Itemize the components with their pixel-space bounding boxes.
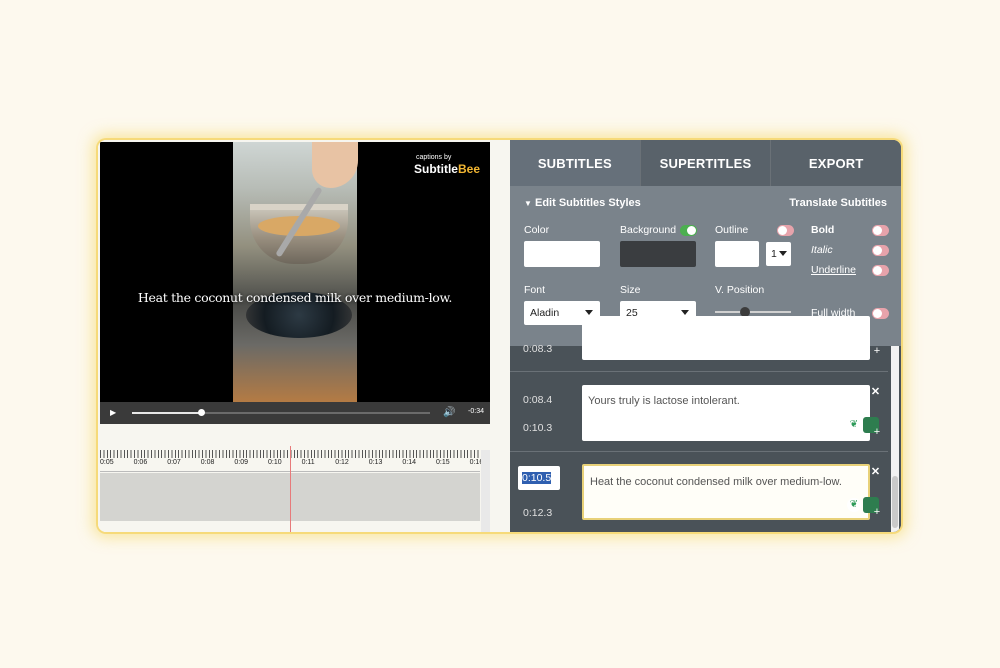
watermark-brand-a: Subtitle xyxy=(413,162,458,176)
subtitle-list: 0:08.3 + 0:08.4 0:10.3 Yours truly is la… xyxy=(510,316,901,532)
video-caption: Heat the coconut condensed milk over med… xyxy=(137,290,453,305)
row-start-time-value: 0:10.5 xyxy=(522,472,552,484)
italic-label: Italic xyxy=(811,244,833,256)
ruler-label: 0:06 xyxy=(133,459,148,466)
editor-tabs: SUBTITLES SUPERTITLES EXPORT xyxy=(510,140,901,186)
ruler-label: 0:15 xyxy=(436,459,450,466)
font-value: Aladin xyxy=(530,307,560,319)
background-swatch[interactable] xyxy=(620,241,696,267)
underline-label: Underline xyxy=(811,264,856,276)
bold-label: Bold xyxy=(811,224,835,236)
outline-width-value: 1 xyxy=(771,248,777,260)
ruler-label: 0:14 xyxy=(402,459,417,466)
font-label: Font xyxy=(524,284,546,296)
translate-subtitles-link[interactable]: Translate Subtitles xyxy=(789,197,887,209)
subtitle-text[interactable] xyxy=(582,316,870,360)
close-icon[interactable]: ✕ xyxy=(869,466,882,479)
timeline[interactable]: 0:05 0:06 0:07 0:08 0:09 0:10 0:11 0:12 0:13 0:14… xyxy=(100,446,490,532)
seek-bar[interactable] xyxy=(132,409,430,416)
ruler-label: 0:11 xyxy=(301,459,315,466)
ruler-label: 0:08 xyxy=(200,459,215,466)
row-end-time[interactable]: 0:10.3 xyxy=(523,422,552,434)
vposition-label: V. Position xyxy=(715,284,765,296)
list-scrollbar[interactable] xyxy=(891,346,899,532)
subtitle-row: 0:08.3 + xyxy=(510,316,888,372)
fullwidth-toggle[interactable] xyxy=(872,308,889,319)
edit-styles-label: Edit Subtitles Styles xyxy=(534,197,641,209)
seek-progress xyxy=(132,412,201,414)
app-frame: Heat the coconut condensed milk over med… xyxy=(98,140,901,532)
chevron-down-icon xyxy=(585,310,593,315)
tab-supertitles[interactable]: SUPERTITLES xyxy=(640,140,772,186)
ruler-label: 0:09 xyxy=(234,459,249,466)
outline-toggle[interactable] xyxy=(777,225,794,236)
time-remaining: -0:34 xyxy=(468,408,484,415)
scrollbar-thumb[interactable] xyxy=(892,476,898,528)
video-player[interactable]: Heat the coconut condensed milk over med… xyxy=(100,142,490,402)
leaf-icon[interactable]: ❦ xyxy=(847,498,861,512)
ruler-label: 0:12 xyxy=(335,459,349,466)
watermark-small: captions by xyxy=(415,154,452,161)
color-swatch[interactable] xyxy=(524,241,600,267)
caret-down-icon: ▼ xyxy=(524,199,532,208)
subtitle-text[interactable]: Yours truly is lactose intolerant. xyxy=(582,385,870,441)
tab-subtitles[interactable]: SUBTITLES xyxy=(510,140,641,186)
tab-export[interactable]: EXPORT xyxy=(771,140,901,186)
color-label: Color xyxy=(524,224,550,236)
ruler-label: 0:13 xyxy=(368,459,383,466)
outline-label: Outline xyxy=(715,224,749,236)
toggle-dot xyxy=(778,226,787,235)
volume-icon[interactable]: 🔊 xyxy=(443,407,455,419)
background-toggle[interactable] xyxy=(680,225,697,236)
editor-panel: SUBTITLES SUPERTITLES EXPORT ▼ Edit Subt… xyxy=(510,140,901,532)
edit-styles-toggle[interactable]: ▼ Edit Subtitles Styles xyxy=(524,197,641,209)
background-label: Background xyxy=(620,224,677,236)
chevron-down-icon xyxy=(779,251,787,256)
subtitlebee-watermark: captions by SubtitleBee xyxy=(414,154,480,177)
add-icon[interactable]: + xyxy=(871,345,883,357)
ruler-label: 0:05 xyxy=(100,459,114,466)
add-icon[interactable]: + xyxy=(871,426,883,438)
bold-toggle[interactable] xyxy=(872,225,889,236)
video-panel: Heat the coconut condensed milk over med… xyxy=(98,140,510,532)
row-start-time: 0:08.3 xyxy=(523,343,553,355)
toggle-dot xyxy=(873,246,882,255)
ruler-label: 0:10 xyxy=(268,459,282,466)
watermark-brand-b: Bee xyxy=(457,162,480,176)
row-start-time[interactable]: 0:08.4 xyxy=(523,394,552,406)
toggle-dot xyxy=(873,266,882,275)
seek-handle[interactable] xyxy=(197,409,205,416)
underline-toggle[interactable] xyxy=(872,265,889,276)
chevron-down-icon xyxy=(681,310,689,315)
italic-toggle[interactable] xyxy=(872,245,889,256)
toggle-dot xyxy=(873,226,882,235)
player-controls: ▶ 🔊 -0:34 xyxy=(100,402,490,424)
outline-width-select[interactable]: 1 xyxy=(766,242,791,266)
ruler-label: 0:07 xyxy=(167,459,181,466)
size-label: Size xyxy=(620,284,641,296)
row-start-time-input[interactable]: 0:10.5 xyxy=(518,466,560,490)
play-icon[interactable]: ▶ xyxy=(110,409,118,417)
timeline-playhead[interactable] xyxy=(290,446,291,532)
row-end-time[interactable]: 0:12.3 xyxy=(523,507,552,519)
toggle-dot xyxy=(873,309,882,318)
toggle-dot xyxy=(687,226,696,235)
leaf-icon[interactable]: ❦ xyxy=(847,418,861,432)
vposition-slider[interactable] xyxy=(715,307,791,317)
subtitle-row: 0:08.4 0:10.3 Yours truly is lactose int… xyxy=(510,372,888,452)
timeline-scrollbar[interactable] xyxy=(481,450,490,532)
subtitle-text-active[interactable]: Heat the coconut condensed milk over med… xyxy=(582,464,870,520)
watermark-brand: SubtitleBee xyxy=(414,162,480,176)
outline-swatch[interactable] xyxy=(715,241,759,267)
add-icon[interactable]: + xyxy=(871,506,883,518)
subtitle-row: 0:10.5 0:12.3 Heat the coconut condensed… xyxy=(510,452,888,532)
close-icon[interactable]: ✕ xyxy=(869,386,882,399)
